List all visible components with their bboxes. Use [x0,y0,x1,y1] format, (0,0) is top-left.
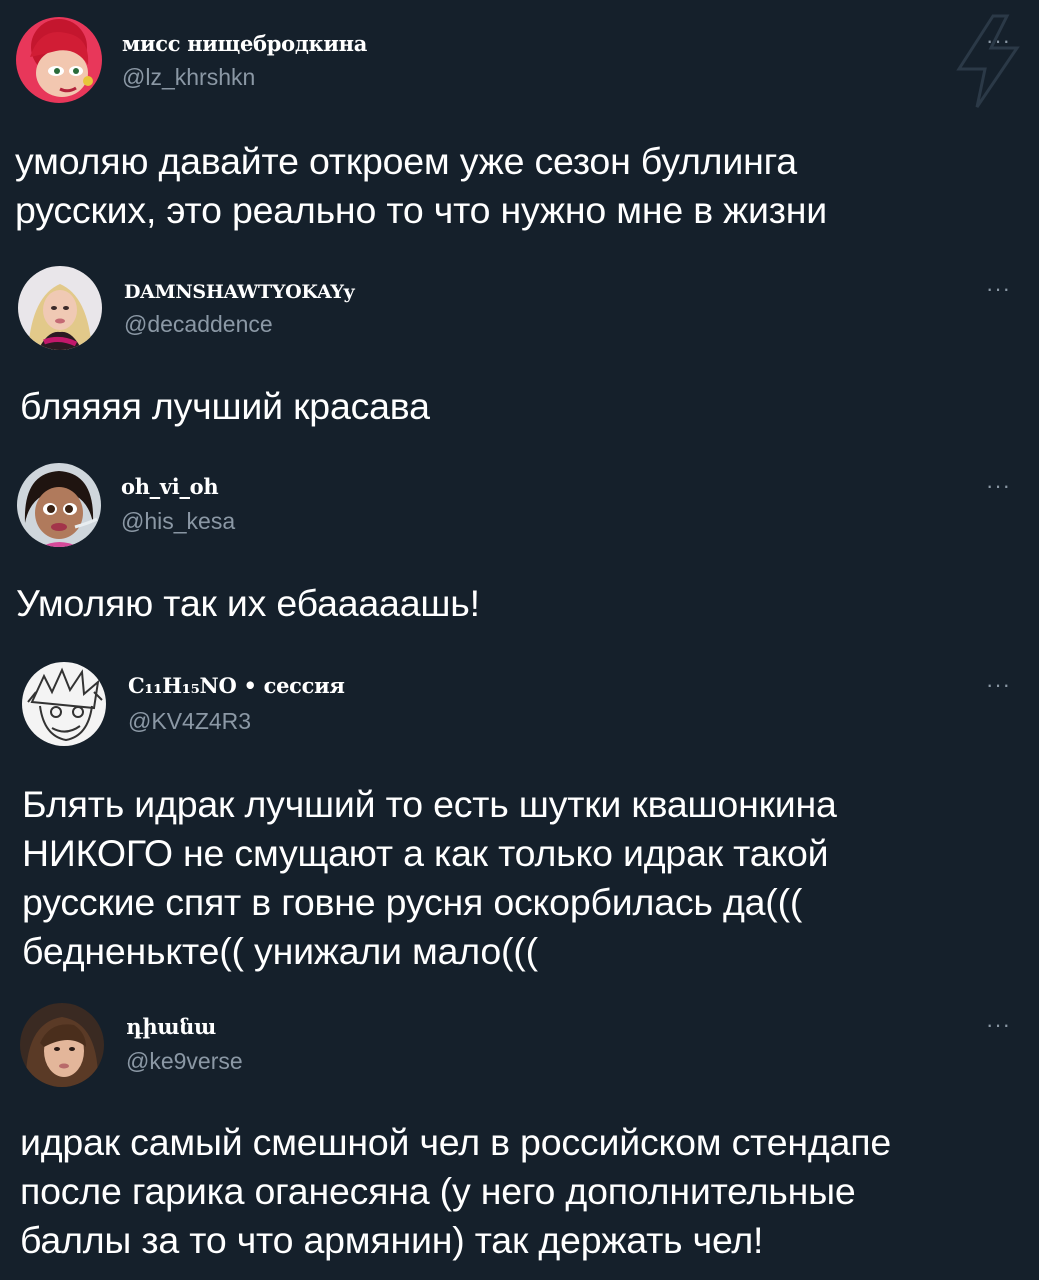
tweet-card[interactable]: мисс нищебродкина @lz_khrshkn ··· умоляю… [0,0,1039,250]
avatar[interactable] [22,662,106,746]
display-name[interactable]: դիանա [126,1014,216,1039]
avatar[interactable] [17,463,101,547]
display-name[interactable]: мисс нищебродкина [122,31,367,56]
tweet-text: идрак самый смешной чел в российском сте… [20,1121,891,1261]
tweet-text: Блять идрак лучший то есть шутки квашонк… [22,783,837,972]
handle[interactable]: @ke9verse [126,1048,243,1075]
more-horizontal-icon[interactable]: ··· [986,674,1011,696]
more-horizontal-icon[interactable]: ··· [986,30,1011,52]
tweet-card[interactable]: DAMNSHAWTYOKAYy @decaddence ··· бляяяя л… [0,250,1039,450]
avatar[interactable] [20,1003,104,1087]
display-name[interactable]: DAMNSHAWTYOKAYy [124,281,355,303]
handle[interactable]: @lz_khrshkn [122,64,255,91]
handle[interactable]: @his_kesa [121,508,235,535]
tweet-text: умоляю давайте откроем уже сезон буллинг… [15,140,828,231]
handle[interactable]: @KV4Z4R3 [128,708,251,735]
avatar[interactable] [16,17,102,103]
tweet-card[interactable]: oh_vi_oh @his_kesa ··· Умоляю так их еба… [0,450,1039,650]
more-horizontal-icon[interactable]: ··· [986,475,1011,497]
tweet-card[interactable]: C₁₁H₁₅NO • сессия @KV4Z4R3 ··· Блять идр… [0,650,1039,1000]
avatar[interactable] [18,266,102,350]
more-horizontal-icon[interactable]: ··· [986,1014,1011,1036]
display-name[interactable]: oh_vi_oh [121,474,219,499]
more-horizontal-icon[interactable]: ··· [986,278,1011,300]
display-name[interactable]: C₁₁H₁₅NO • сессия [128,673,345,698]
handle[interactable]: @decaddence [124,311,273,338]
tweet-card[interactable]: դիանա @ke9verse ··· идрак самый смешной … [0,1000,1039,1280]
tweet-text: Умоляю так их ебааааашь! [16,582,480,624]
tweet-text: бляяяя лучший красава [20,385,430,427]
